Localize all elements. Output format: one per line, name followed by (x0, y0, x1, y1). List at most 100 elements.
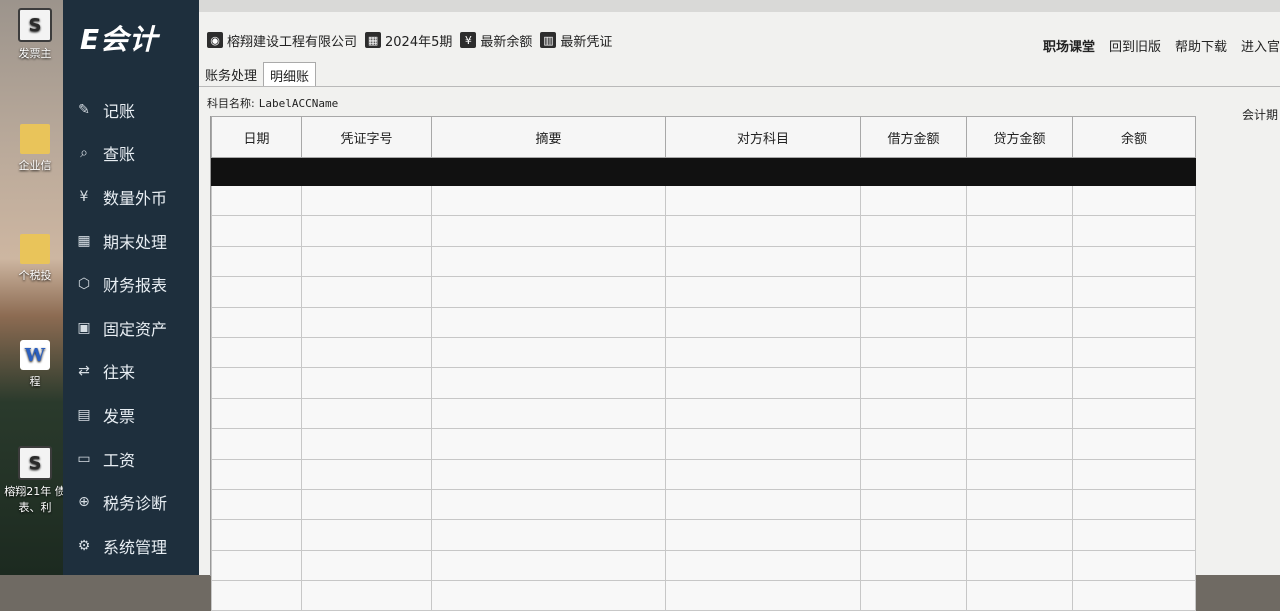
sidebar-item-tax-diagnosis[interactable]: ⊕ 税务诊断 (63, 480, 211, 524)
old-version-link[interactable]: 回到旧版 (1109, 36, 1161, 55)
table-row[interactable] (211, 580, 1196, 611)
table-cell[interactable] (431, 397, 666, 430)
sidebar-item-bookkeeping[interactable]: ✎ 记账 (63, 88, 211, 132)
table-cell[interactable] (966, 397, 1073, 430)
table-row[interactable] (211, 336, 1196, 369)
table-cell[interactable] (211, 397, 302, 430)
table-cell[interactable] (301, 306, 432, 338)
table-row[interactable] (211, 488, 1196, 521)
table-row[interactable] (211, 397, 1196, 430)
table-cell[interactable] (860, 367, 967, 399)
table-cell[interactable] (665, 215, 861, 247)
table-cell[interactable] (431, 458, 666, 490)
table-cell[interactable] (665, 336, 861, 369)
desktop-icon-doc[interactable]: W 程 (0, 340, 70, 389)
table-cell[interactable] (211, 276, 302, 308)
table-cell[interactable] (301, 488, 432, 521)
table-cell[interactable] (966, 276, 1073, 308)
sidebar-item-reports[interactable]: ⬡ 财务报表 (63, 262, 211, 306)
table-cell[interactable] (860, 245, 967, 278)
table-cell[interactable] (211, 306, 302, 338)
desktop-icon-company[interactable]: 企业信 (0, 124, 70, 173)
table-cell[interactable] (1072, 428, 1196, 460)
col-debit[interactable]: 借方金额 (860, 116, 967, 158)
table-cell[interactable] (301, 519, 432, 551)
table-row[interactable] (211, 276, 1196, 308)
sidebar-item-quantity-currency[interactable]: ¥ 数量外币 (63, 175, 211, 219)
table-cell[interactable] (665, 276, 861, 308)
company-selector[interactable]: ◉ 榕翔建设工程有限公司 (207, 31, 357, 50)
table-cell[interactable] (665, 367, 861, 399)
table-cell[interactable] (301, 428, 432, 460)
table-cell[interactable] (860, 184, 967, 217)
table-cell[interactable] (211, 458, 302, 490)
table-row[interactable] (211, 245, 1196, 278)
table-cell[interactable] (966, 549, 1073, 582)
table-cell[interactable] (1072, 580, 1196, 611)
table-cell[interactable] (665, 428, 861, 460)
table-cell[interactable] (1072, 458, 1196, 490)
table-cell[interactable] (966, 184, 1073, 217)
table-cell[interactable] (665, 184, 861, 217)
table-row[interactable] (211, 458, 1196, 490)
table-cell[interactable] (1072, 306, 1196, 338)
sidebar-item-invoices[interactable]: ▤ 发票 (63, 393, 211, 437)
desktop-icon-invoice[interactable]: S 发票主 (0, 8, 70, 61)
table-cell[interactable] (1072, 245, 1196, 278)
table-cell[interactable] (966, 306, 1073, 338)
col-summary[interactable]: 摘要 (431, 116, 666, 158)
col-balance[interactable]: 余额 (1072, 116, 1196, 158)
table-cell[interactable] (1072, 549, 1196, 582)
table-cell[interactable] (860, 306, 967, 338)
table-cell[interactable] (665, 580, 861, 611)
table-cell[interactable] (665, 397, 861, 430)
table-cell[interactable] (301, 276, 432, 308)
table-cell[interactable] (211, 580, 302, 611)
help-download-link[interactable]: 帮助下载 (1175, 36, 1227, 55)
table-cell[interactable] (966, 519, 1073, 551)
sidebar-item-fixed-assets[interactable]: ▣ 固定资产 (63, 306, 211, 350)
table-row[interactable] (211, 549, 1196, 582)
table-cell[interactable] (860, 549, 967, 582)
table-cell[interactable] (665, 519, 861, 551)
table-cell[interactable] (966, 157, 1073, 186)
table-cell[interactable] (431, 276, 666, 308)
table-cell[interactable] (665, 458, 861, 490)
table-cell[interactable] (665, 157, 861, 186)
table-cell[interactable] (431, 245, 666, 278)
table-cell[interactable] (211, 245, 302, 278)
table-cell[interactable] (665, 488, 861, 521)
table-cell[interactable] (860, 276, 967, 308)
latest-voucher-button[interactable]: ▥ 最新凭证 (540, 31, 612, 50)
sidebar-item-period-end[interactable]: ▦ 期末处理 (63, 219, 211, 263)
table-cell[interactable] (431, 306, 666, 338)
table-cell[interactable] (431, 336, 666, 369)
desktop-icon-report[interactable]: S 榕翔21年 债表、利 (0, 446, 70, 515)
col-counter-account[interactable]: 对方科目 (665, 116, 861, 158)
col-voucher-no[interactable]: 凭证字号 (301, 116, 432, 158)
enter-link[interactable]: 进入官 (1241, 36, 1280, 55)
col-credit[interactable]: 贷方金额 (966, 116, 1073, 158)
table-cell[interactable] (665, 306, 861, 338)
tab-accounting[interactable]: 账务处理 (199, 62, 263, 86)
table-cell[interactable] (860, 519, 967, 551)
table-cell[interactable] (860, 458, 967, 490)
tab-ledger-detail[interactable]: 明细账 (263, 62, 317, 86)
table-cell[interactable] (431, 549, 666, 582)
table-cell[interactable] (966, 367, 1073, 399)
table-cell[interactable] (301, 580, 432, 611)
table-cell[interactable] (301, 397, 432, 430)
sidebar-item-payroll[interactable]: ▭ 工资 (63, 437, 211, 481)
sidebar-item-audit[interactable]: ⌕ 查账 (63, 132, 211, 176)
table-cell[interactable] (1072, 519, 1196, 551)
course-link[interactable]: 职场课堂 (1043, 36, 1095, 55)
table-row[interactable] (211, 184, 1196, 217)
table-row[interactable] (211, 428, 1196, 460)
table-cell[interactable] (211, 428, 302, 460)
table-cell[interactable] (431, 367, 666, 399)
table-cell[interactable] (301, 215, 432, 247)
table-cell[interactable] (211, 488, 302, 521)
table-cell[interactable] (1072, 367, 1196, 399)
desktop-icon-tax[interactable]: 个税投 (0, 234, 70, 283)
table-cell[interactable] (301, 245, 432, 278)
